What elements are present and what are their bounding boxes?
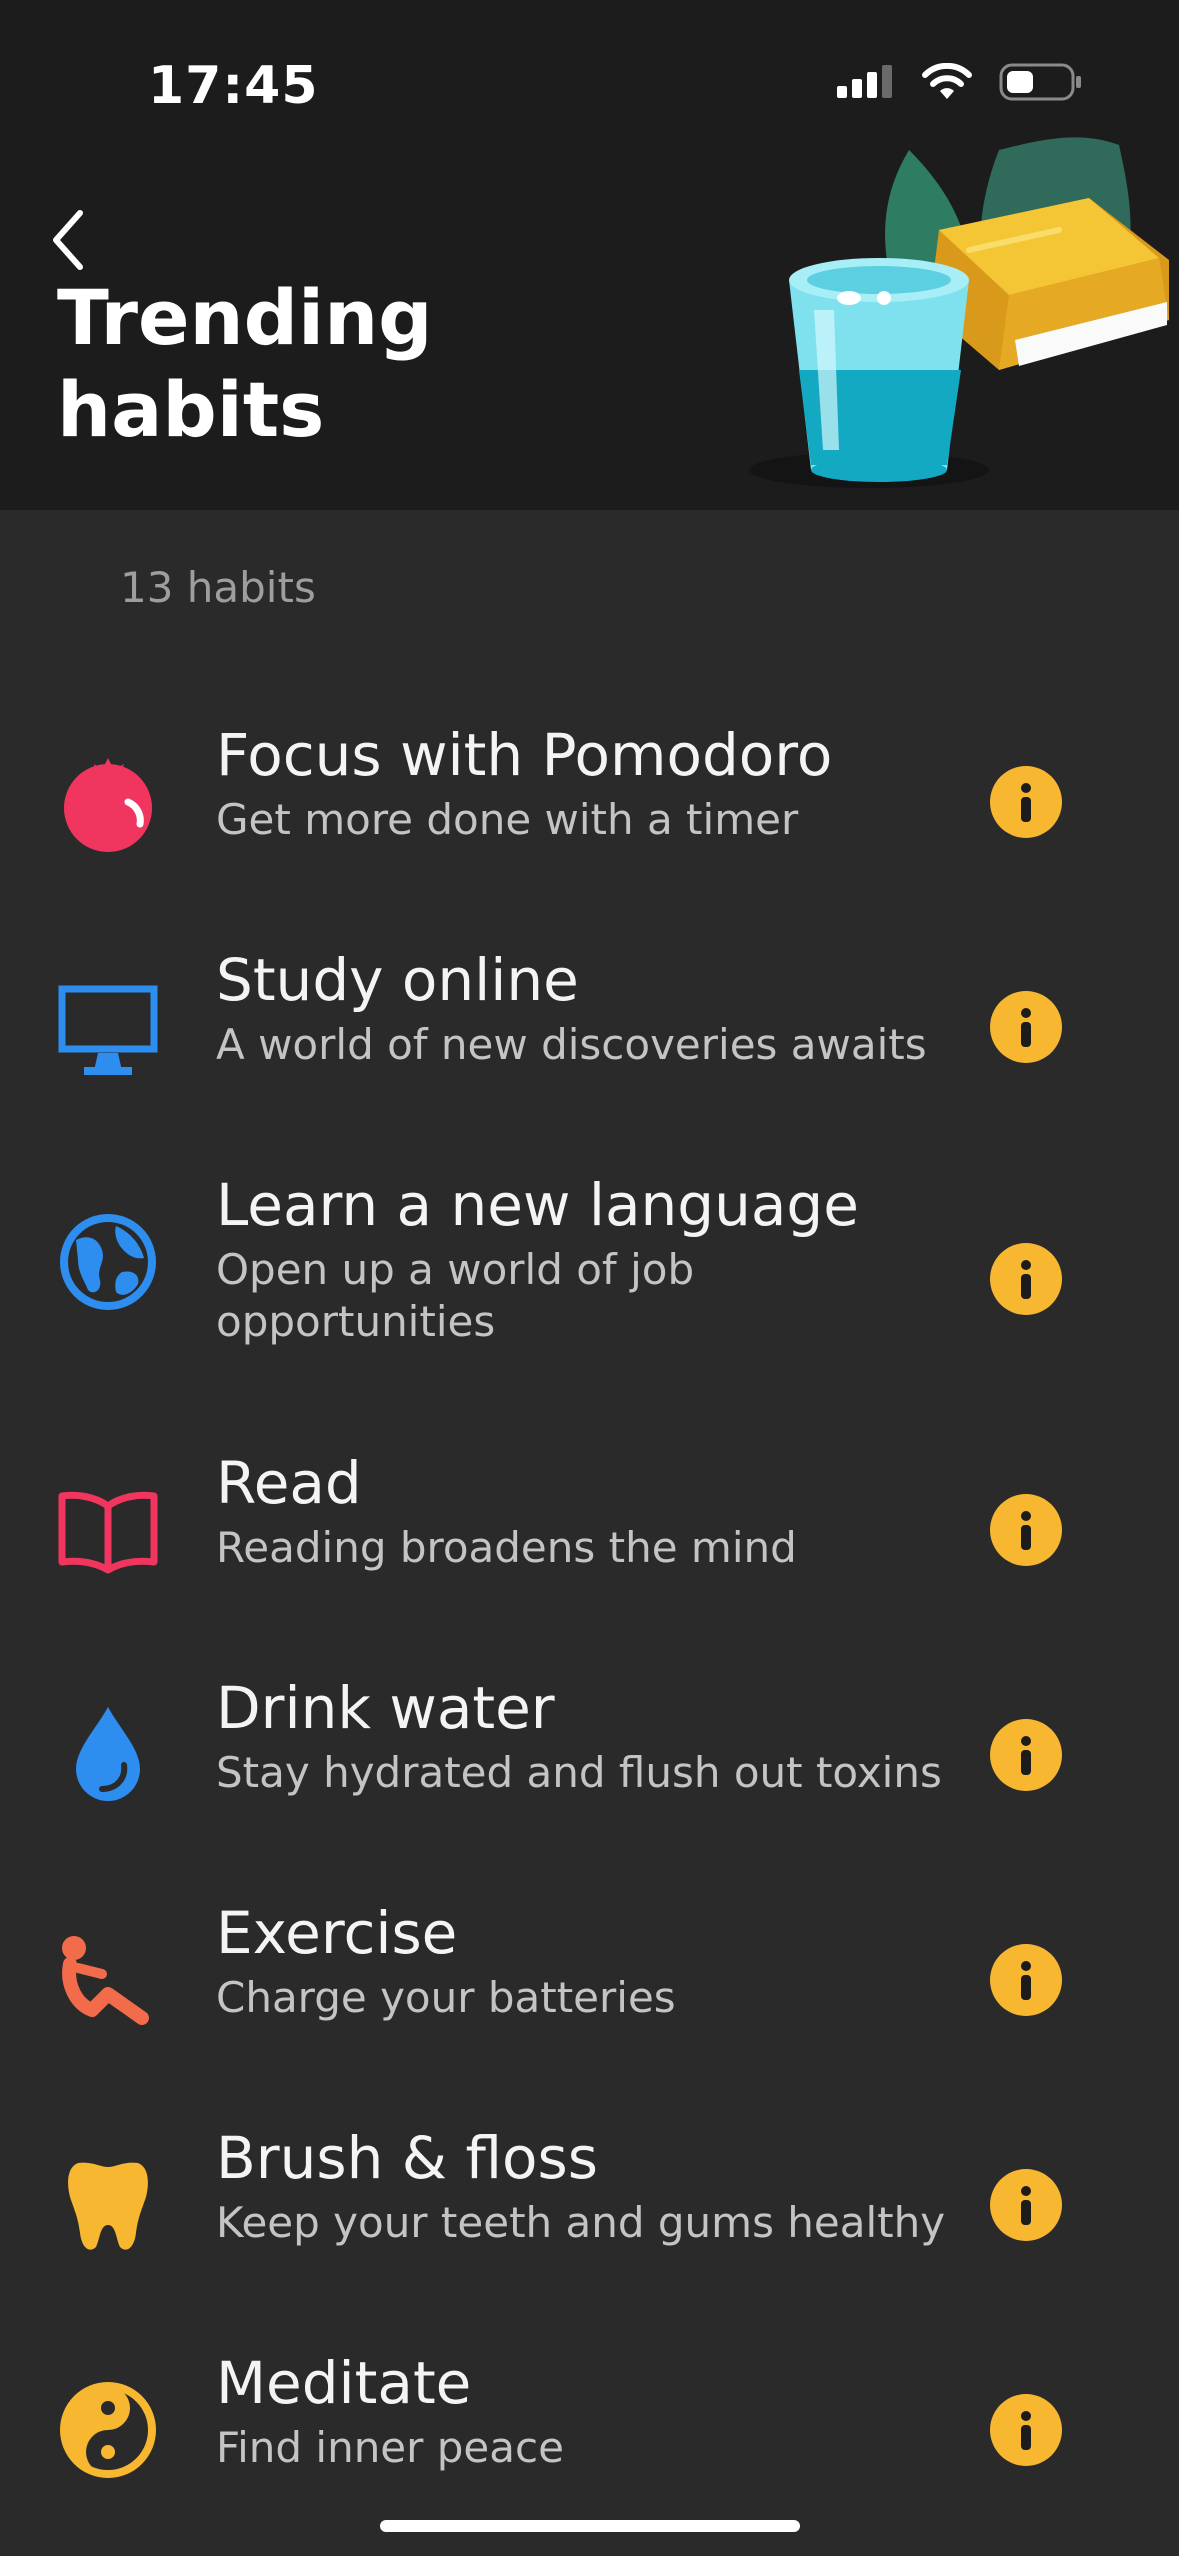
- wifi-icon: [922, 63, 972, 99]
- habit-title: Drink water: [216, 1674, 555, 1742]
- hero-illustration: [749, 137, 1169, 488]
- habit-count: 13 habits: [120, 563, 316, 612]
- habit-title: Exercise: [216, 1899, 458, 1967]
- monitor-icon: [58, 985, 158, 1075]
- globe-icon: [60, 1214, 156, 1310]
- info-icon: [1021, 1511, 1031, 1550]
- habit-title: Read: [216, 1449, 362, 1517]
- habit-subtitle: Get more done with a timer: [216, 795, 799, 844]
- habit-list: Focus with Pomodoro Get more done with a…: [0, 690, 1179, 2543]
- info-icon: [1021, 2186, 1031, 2225]
- habit-row-brush-floss[interactable]: Brush & floss Keep your teeth and gums h…: [0, 2093, 1179, 2318]
- habit-title: Learn a new language: [216, 1171, 859, 1239]
- info-button[interactable]: [990, 1243, 1062, 1315]
- habit-subtitle: Charge your batteries: [216, 1973, 676, 2022]
- home-indicator: [380, 2520, 800, 2532]
- info-button[interactable]: [990, 2394, 1062, 2466]
- habit-row-meditate[interactable]: Meditate Find inner peace: [0, 2318, 1179, 2543]
- habit-subtitle: Open up a world of job opportunities: [216, 1245, 695, 1346]
- water-drop-icon: [76, 1707, 140, 1801]
- info-icon: [1021, 783, 1031, 822]
- habit-subtitle: Keep your teeth and gums healthy: [216, 2198, 946, 2247]
- habit-subtitle: Stay hydrated and flush out toxins: [216, 1748, 942, 1797]
- habit-row-study-online[interactable]: Study online A world of new discoveries …: [0, 915, 1179, 1140]
- yin-yang-icon: [60, 2382, 156, 2478]
- habit-row-read[interactable]: Read Reading broadens the mind: [0, 1418, 1179, 1643]
- habit-subtitle: Reading broadens the mind: [216, 1523, 797, 1572]
- battery-icon: [999, 63, 1081, 101]
- habit-title: Meditate: [216, 2349, 472, 2417]
- back-button[interactable]: [44, 205, 94, 275]
- habit-row-pomodoro[interactable]: Focus with Pomodoro Get more done with a…: [0, 690, 1179, 915]
- info-icon: [1021, 1736, 1031, 1775]
- info-icon: [1021, 1961, 1031, 2000]
- situp-icon: [62, 1936, 149, 2025]
- header: 17:45 Trending habits: [0, 0, 1179, 510]
- info-button[interactable]: [990, 1494, 1062, 1566]
- info-button[interactable]: [990, 766, 1062, 838]
- cellular-signal-icon: [837, 65, 892, 98]
- open-book-icon: [58, 1491, 158, 1574]
- info-button[interactable]: [990, 2169, 1062, 2241]
- habit-subtitle: Find inner peace: [216, 2423, 564, 2472]
- tooth-icon: [68, 2162, 148, 2250]
- habit-row-exercise[interactable]: Exercise Charge your batteries: [0, 1868, 1179, 2093]
- habit-row-language[interactable]: Learn a new language Open up a world of …: [0, 1140, 1179, 1418]
- info-button[interactable]: [990, 1944, 1062, 2016]
- status-time: 17:45: [148, 56, 319, 116]
- info-icon: [1021, 1260, 1031, 1299]
- habit-subtitle: A world of new discoveries awaits: [216, 1020, 927, 1069]
- habit-title: Focus with Pomodoro: [216, 721, 833, 789]
- tomato-icon: [64, 758, 152, 852]
- info-icon: [1021, 2411, 1031, 2450]
- info-button[interactable]: [990, 1719, 1062, 1791]
- info-icon: [1021, 1008, 1031, 1047]
- info-button[interactable]: [990, 991, 1062, 1063]
- status-icons: [837, 62, 1083, 102]
- page-title: Trending habits: [57, 273, 433, 454]
- habit-title: Study online: [216, 946, 579, 1014]
- habit-title: Brush & floss: [216, 2124, 598, 2192]
- habit-row-drink-water[interactable]: Drink water Stay hydrated and flush out …: [0, 1643, 1179, 1868]
